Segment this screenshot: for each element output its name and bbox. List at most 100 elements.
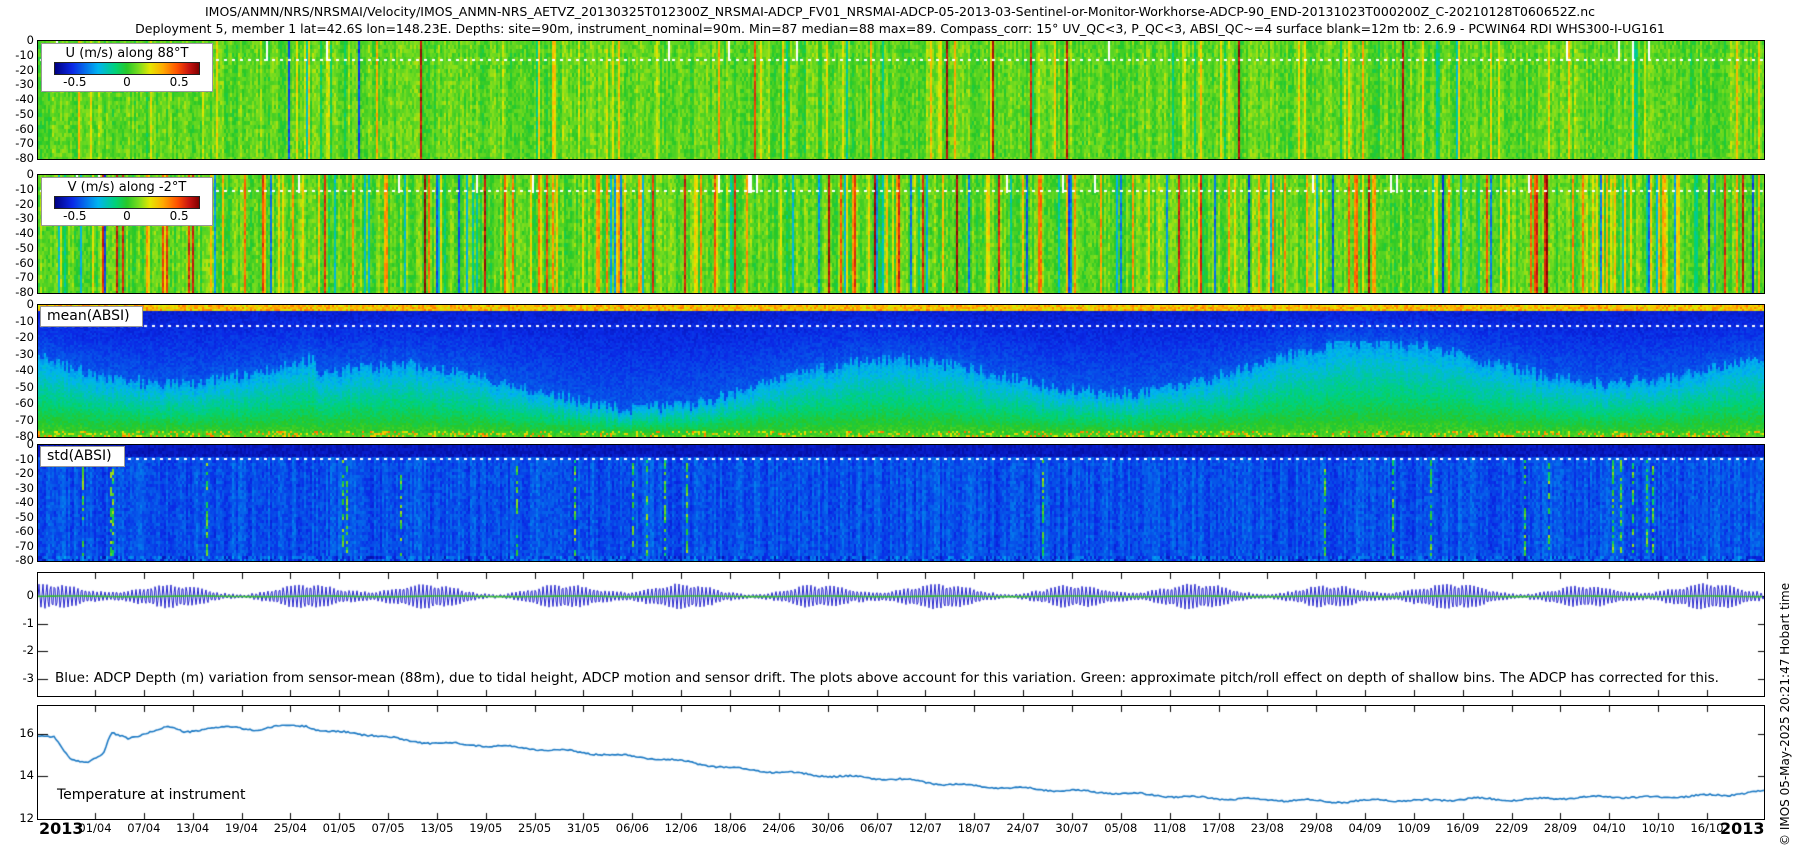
x-tick-label: 30/06: [811, 821, 844, 835]
x-tick-label: 13/05: [420, 821, 453, 835]
x-tick-label: 04/09: [1348, 821, 1381, 835]
x-tick-label: 23/08: [1251, 821, 1284, 835]
y-tick-label: -40: [0, 226, 34, 240]
v-colorbar-tick: 0: [123, 209, 131, 223]
x-year-label-right: 2013: [1720, 819, 1765, 838]
temperature-plot: [38, 706, 1764, 819]
temperature-label: Temperature at instrument: [57, 787, 245, 803]
v-velocity-heatmap: [38, 175, 1764, 293]
x-tick-label: 11/08: [1153, 821, 1186, 835]
y-tick-label: -20: [0, 330, 34, 344]
x-tick-label: 18/06: [713, 821, 746, 835]
x-tick-label: 04/10: [1593, 821, 1626, 835]
y-tick-label: -40: [0, 92, 34, 106]
x-tick-label: 28/09: [1544, 821, 1577, 835]
y-tick-label: -80: [0, 151, 34, 165]
x-tick-label: 07/04: [127, 821, 160, 835]
x-tick-label: 25/04: [274, 821, 307, 835]
v-colorbar-legend: V (m/s) along -2°T -0.5 0 0.5: [41, 177, 213, 226]
x-tick-label: 10/10: [1642, 821, 1675, 835]
y-tick-label: -40: [0, 363, 34, 377]
u-legend-title: U (m/s) along 88°T: [42, 44, 212, 62]
x-tick-label: 01/04: [78, 821, 111, 835]
mean-absi-label: mean(ABSI): [40, 306, 143, 327]
y-tick-label: 0: [0, 167, 34, 181]
x-tick-label: 05/08: [1104, 821, 1137, 835]
std-absi-panel: [37, 444, 1765, 562]
y-tick-label: -10: [0, 182, 34, 196]
y-tick-label: -2: [0, 643, 34, 657]
x-tick-label: 10/09: [1397, 821, 1430, 835]
x-tick-label: 16/10: [1690, 821, 1723, 835]
y-tick-label: -70: [0, 413, 34, 427]
depth-annotation: Blue: ADCP Depth (m) variation from sens…: [55, 670, 1719, 686]
y-tick-label: -50: [0, 241, 34, 255]
y-tick-label: -10: [0, 314, 34, 328]
x-tick-label: 12/07: [909, 821, 942, 835]
y-tick-label: -30: [0, 481, 34, 495]
u-colorbar-tick: 0.5: [170, 75, 189, 89]
y-tick-label: -10: [0, 48, 34, 62]
y-tick-label: -30: [0, 211, 34, 225]
figure-title-filename: IMOS/ANMN/NRS/NRSMAI/Velocity/IMOS_ANMN-…: [0, 4, 1800, 19]
v-colorbar: [54, 196, 200, 209]
y-tick-label: -80: [0, 553, 34, 567]
x-tick-label: 22/09: [1495, 821, 1528, 835]
y-tick-label: -60: [0, 396, 34, 410]
v-colorbar-tick: -0.5: [63, 209, 86, 223]
mean-absi-panel: [37, 304, 1765, 438]
x-tick-label: 19/05: [469, 821, 502, 835]
u-colorbar-ticks: -0.5 0 0.5: [54, 75, 200, 90]
y-tick-label: -70: [0, 136, 34, 150]
y-tick-label: -10: [0, 452, 34, 466]
y-tick-label: -70: [0, 270, 34, 284]
figure-title-deployment: Deployment 5, member 1 lat=42.6S lon=148…: [0, 21, 1800, 36]
y-tick-label: -30: [0, 347, 34, 361]
v-velocity-panel: [37, 174, 1765, 294]
x-tick-label: 18/07: [958, 821, 991, 835]
u-velocity-panel: [37, 40, 1765, 160]
y-tick-label: -30: [0, 77, 34, 91]
x-year-label-left: 2013: [39, 819, 84, 838]
u-velocity-heatmap: [38, 41, 1764, 159]
y-tick-label: -50: [0, 107, 34, 121]
x-tick-label: 19/04: [225, 821, 258, 835]
y-tick-label: 12: [0, 811, 34, 825]
v-colorbar-ticks: -0.5 0 0.5: [54, 209, 200, 224]
y-tick-label: 0: [0, 33, 34, 47]
y-tick-label: -60: [0, 122, 34, 136]
u-colorbar: [54, 62, 200, 75]
y-tick-label: 0: [0, 297, 34, 311]
std-absi-heatmap: [38, 445, 1764, 561]
y-tick-label: -40: [0, 495, 34, 509]
y-tick-label: -20: [0, 197, 34, 211]
v-legend-title: V (m/s) along -2°T: [42, 178, 212, 196]
std-absi-label: std(ABSI): [40, 446, 125, 467]
y-tick-label: 14: [0, 768, 34, 782]
u-colorbar-tick: 0: [123, 75, 131, 89]
y-tick-label: 16: [0, 726, 34, 740]
x-tick-label: 25/05: [518, 821, 551, 835]
x-tick-label: 16/09: [1446, 821, 1479, 835]
y-tick-label: -70: [0, 539, 34, 553]
y-tick-label: -50: [0, 380, 34, 394]
x-tick-label: 06/07: [860, 821, 893, 835]
x-tick-label: 29/08: [1300, 821, 1333, 835]
x-tick-label: 24/07: [1007, 821, 1040, 835]
x-tick-label: 24/06: [762, 821, 795, 835]
y-tick-label: -1: [0, 616, 34, 630]
x-tick-label: 30/07: [1055, 821, 1088, 835]
y-tick-label: -3: [0, 671, 34, 685]
x-tick-label: 12/06: [665, 821, 698, 835]
x-tick-label: 01/05: [323, 821, 356, 835]
u-colorbar-tick: -0.5: [63, 75, 86, 89]
y-tick-label: -60: [0, 256, 34, 270]
u-colorbar-legend: U (m/s) along 88°T -0.5 0 0.5: [41, 43, 213, 92]
mean-absi-heatmap: [38, 305, 1764, 437]
x-tick-label: 06/06: [616, 821, 649, 835]
imos-watermark: © IMOS 05-May-2025 20:21:47 Hobart time: [1778, 583, 1792, 846]
v-colorbar-tick: 0.5: [170, 209, 189, 223]
y-tick-label: -20: [0, 466, 34, 480]
temperature-panel: [37, 705, 1765, 820]
x-tick-label: 31/05: [567, 821, 600, 835]
